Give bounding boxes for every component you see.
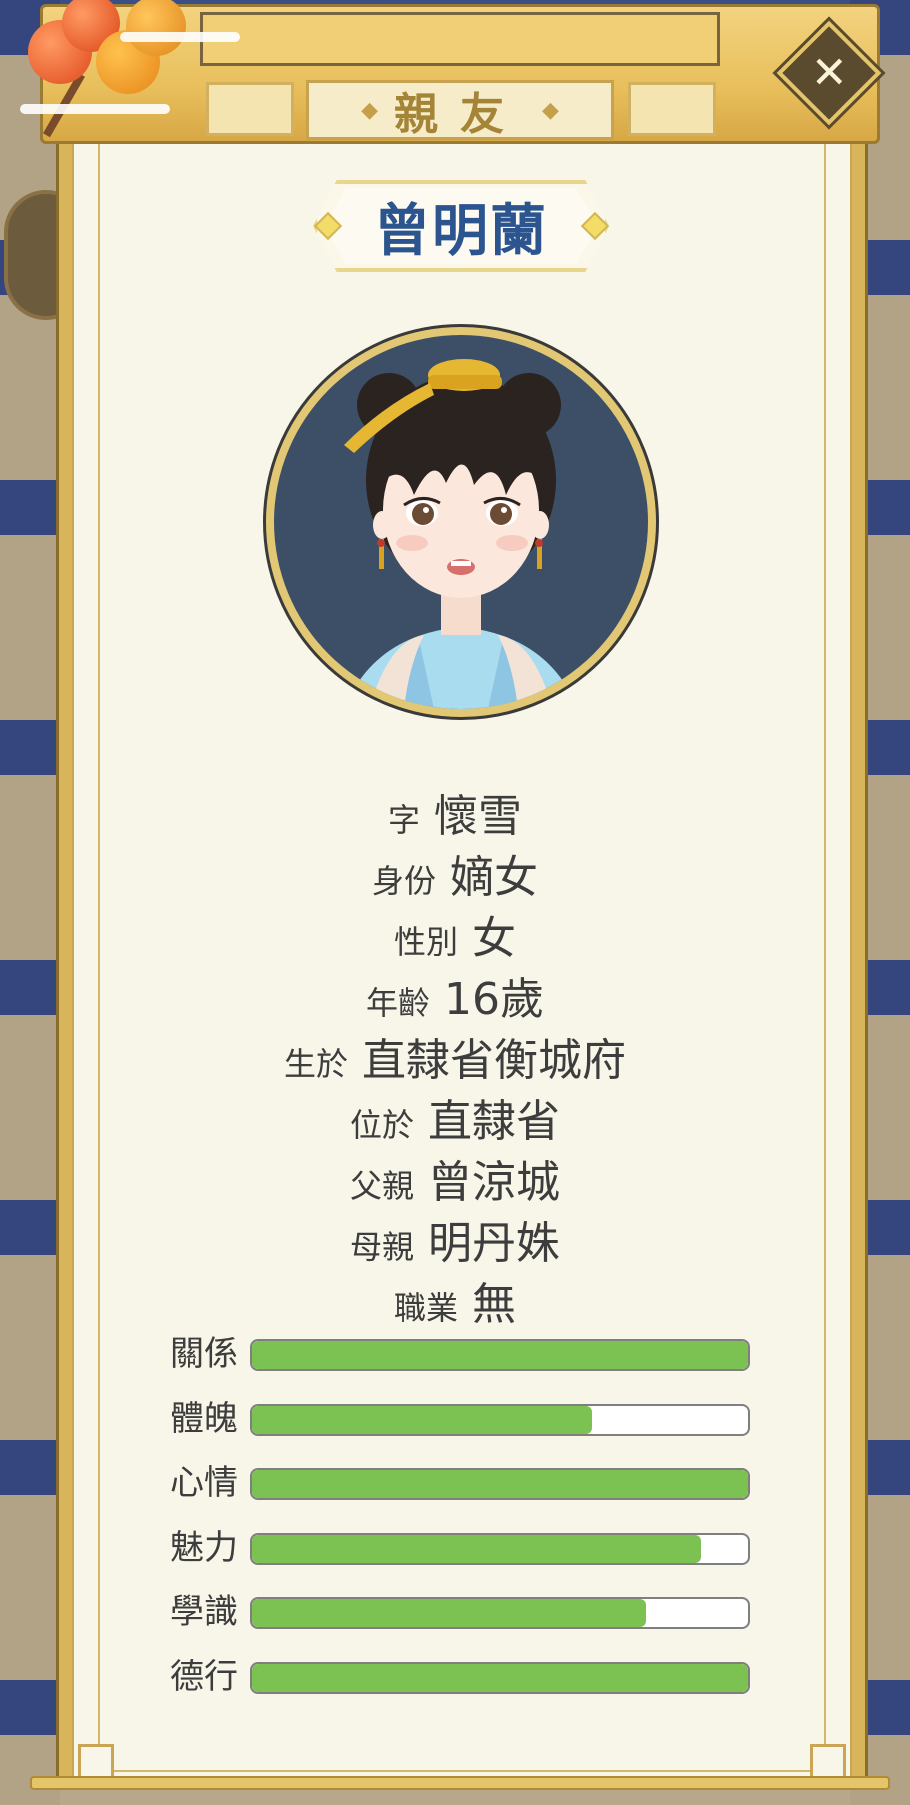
stat-label: 德行 [170,1657,238,1697]
info-gender: 性別女 [0,902,910,966]
stat-label: 魅力 [170,1528,238,1568]
stat-fill [252,1341,748,1369]
stat-label: 體魄 [170,1399,238,1439]
stat-fill [252,1535,701,1563]
info-mother: 母親 明丹姝 [0,1207,910,1271]
stat-virtue: 德行 [170,1657,754,1697]
header-cloud-pattern [200,12,720,66]
info-label: 字 [387,801,420,839]
title-diamond-right-icon: ◆ [542,97,559,123]
corner-ornament-left [78,1744,114,1780]
info-label: 年齡 [365,984,430,1022]
stat-fill [252,1599,647,1627]
info-value: 懷雪 [434,791,522,842]
info-label: 母親 [349,1228,414,1266]
character-portrait [274,335,648,709]
stat-bar [250,1404,750,1436]
info-occupation: 職業無 [0,1268,910,1332]
stat-bar [250,1468,750,1500]
info-father: 父親 曾涼城 [0,1146,910,1210]
info-courtesy-name: 字懷雪 [0,780,910,844]
info-status: 身份 嫡女 [0,841,910,905]
info-value: 無 [472,1279,516,1330]
character-name: 曾明蘭 [374,198,548,264]
info-value: 女 [472,913,516,964]
stat-bar [250,1339,750,1371]
stat-knowledge: 學識 [170,1592,754,1632]
title-diamond-left-icon: ◆ [361,97,378,123]
stat-bar [250,1533,750,1565]
info-label: 生於 [283,1045,348,1083]
stat-fill [252,1406,592,1434]
info-label: 身份 [371,862,436,900]
info-label: 位於 [349,1106,414,1144]
header-side-panel-left [206,82,294,136]
stat-fill [252,1470,748,1498]
stat-fill [252,1664,748,1692]
page-title: ◆ 親友 ◆ [306,80,614,140]
info-label: 父親 [349,1167,414,1205]
cloud-decoration [120,32,240,42]
info-birthplace: 生於 直隸省衡城府 [0,1024,910,1088]
info-value: 明丹姝 [428,1218,560,1269]
stat-label: 心情 [170,1463,238,1503]
info-age: 年齡 16歲 [0,963,910,1027]
info-value: 直隸省 [428,1096,560,1147]
page-title-text: 親友 [394,89,526,140]
corner-ornament-right [810,1744,846,1780]
stat-bar [250,1662,750,1694]
stat-physique: 體魄 [170,1399,754,1439]
info-value: 16歲 [444,974,544,1025]
info-label: 職業 [393,1289,458,1327]
stat-label: 學識 [170,1592,238,1632]
info-value: 嫡女 [450,852,538,903]
close-icon: ✕ [810,47,848,98]
stat-bar [250,1597,750,1629]
stat-charm: 魅力 [170,1528,754,1568]
stat-mood: 心情 [170,1463,754,1503]
stat-label: 關係 [170,1334,238,1374]
info-location: 位於 直隸省 [0,1085,910,1149]
stat-relationship: 關係 [170,1334,754,1374]
scroll-bottom-rod [30,1776,890,1790]
info-label: 性別 [393,923,458,961]
header-side-panel-right [628,82,716,136]
info-value: 曾涼城 [428,1157,560,1208]
portrait-illustration [344,359,578,709]
cloud-decoration [20,104,170,114]
info-value: 直隸省衡城府 [362,1035,626,1086]
